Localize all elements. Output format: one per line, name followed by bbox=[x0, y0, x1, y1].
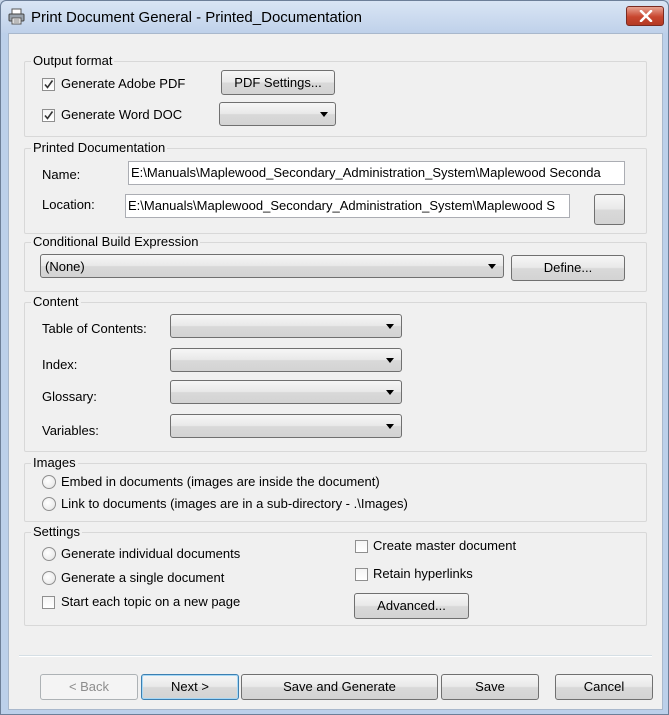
window-title: Print Document General - Printed_Documen… bbox=[31, 9, 362, 26]
printed-documentation-legend: Printed Documentation bbox=[31, 140, 168, 155]
checkmark-icon bbox=[44, 80, 54, 89]
chevron-down-icon bbox=[386, 324, 394, 329]
settings-legend: Settings bbox=[31, 524, 82, 539]
index-select[interactable] bbox=[170, 348, 402, 372]
conditional-build-legend: Conditional Build Expression bbox=[31, 234, 201, 249]
dialog-window: Print Document General - Printed_Documen… bbox=[0, 0, 669, 715]
embed-images-radio[interactable] bbox=[42, 475, 56, 489]
images-legend: Images bbox=[31, 455, 78, 470]
name-label: Name: bbox=[42, 167, 81, 182]
images-group bbox=[24, 463, 647, 522]
retain-hyperlinks-label[interactable]: Retain hyperlinks bbox=[373, 566, 473, 581]
chevron-down-icon bbox=[386, 390, 394, 395]
new-page-checkbox[interactable] bbox=[42, 596, 55, 609]
retain-hyperlinks-checkbox[interactable] bbox=[355, 568, 368, 581]
output-format-legend: Output format bbox=[31, 53, 115, 68]
output-format-group bbox=[24, 61, 647, 137]
toc-label: Table of Contents: bbox=[42, 321, 147, 336]
link-images-label[interactable]: Link to documents (images are in a sub-d… bbox=[61, 496, 408, 511]
generate-word-label[interactable]: Generate Word DOC bbox=[61, 107, 182, 122]
word-template-select[interactable] bbox=[219, 102, 336, 126]
link-images-radio[interactable] bbox=[42, 497, 56, 511]
footer-separator bbox=[19, 655, 652, 657]
name-field[interactable]: E:\Manuals\Maplewood_Secondary_Administr… bbox=[128, 161, 625, 185]
title-bar[interactable]: Print Document General - Printed_Documen… bbox=[1, 1, 668, 33]
dialog-body: Output format Generate Adobe PDF PDF Set… bbox=[8, 33, 663, 710]
glossary-label: Glossary: bbox=[42, 389, 97, 404]
embed-images-label[interactable]: Embed in documents (images are inside th… bbox=[61, 474, 380, 489]
variables-select[interactable] bbox=[170, 414, 402, 438]
conditional-build-value: (None) bbox=[45, 259, 85, 274]
individual-docs-label[interactable]: Generate individual documents bbox=[61, 546, 240, 561]
chevron-down-icon bbox=[386, 358, 394, 363]
location-field[interactable]: E:\Manuals\Maplewood_Secondary_Administr… bbox=[125, 194, 570, 218]
single-doc-label[interactable]: Generate a single document bbox=[61, 570, 224, 585]
define-button[interactable]: Define... bbox=[511, 255, 625, 281]
new-page-label[interactable]: Start each topic on a new page bbox=[61, 594, 240, 609]
cancel-button[interactable]: Cancel bbox=[555, 674, 653, 700]
glossary-select[interactable] bbox=[170, 380, 402, 404]
individual-docs-radio[interactable] bbox=[42, 547, 56, 561]
next-button[interactable]: Next > bbox=[141, 674, 239, 700]
close-icon bbox=[639, 10, 653, 22]
single-doc-radio[interactable] bbox=[42, 571, 56, 585]
generate-pdf-checkbox[interactable] bbox=[42, 78, 55, 91]
checkmark-icon bbox=[44, 111, 54, 120]
master-doc-checkbox[interactable] bbox=[355, 540, 368, 553]
conditional-build-select[interactable]: (None) bbox=[40, 254, 504, 278]
printer-icon bbox=[8, 8, 25, 25]
chevron-down-icon bbox=[320, 112, 328, 117]
master-doc-label[interactable]: Create master document bbox=[373, 538, 516, 553]
chevron-down-icon bbox=[386, 424, 394, 429]
chevron-down-icon bbox=[488, 264, 496, 269]
save-and-generate-button[interactable]: Save and Generate bbox=[241, 674, 438, 700]
advanced-button[interactable]: Advanced... bbox=[354, 593, 469, 619]
index-label: Index: bbox=[42, 357, 78, 372]
browse-location-button[interactable] bbox=[594, 194, 625, 225]
save-button[interactable]: Save bbox=[441, 674, 539, 700]
toc-select[interactable] bbox=[170, 314, 402, 338]
close-button[interactable] bbox=[626, 6, 664, 26]
content-legend: Content bbox=[31, 294, 81, 309]
generate-pdf-label[interactable]: Generate Adobe PDF bbox=[61, 76, 185, 91]
location-label: Location: bbox=[42, 197, 95, 212]
back-button[interactable]: < Back bbox=[40, 674, 138, 700]
pdf-settings-button[interactable]: PDF Settings... bbox=[221, 70, 335, 95]
variables-label: Variables: bbox=[42, 423, 99, 438]
generate-word-checkbox[interactable] bbox=[42, 109, 55, 122]
